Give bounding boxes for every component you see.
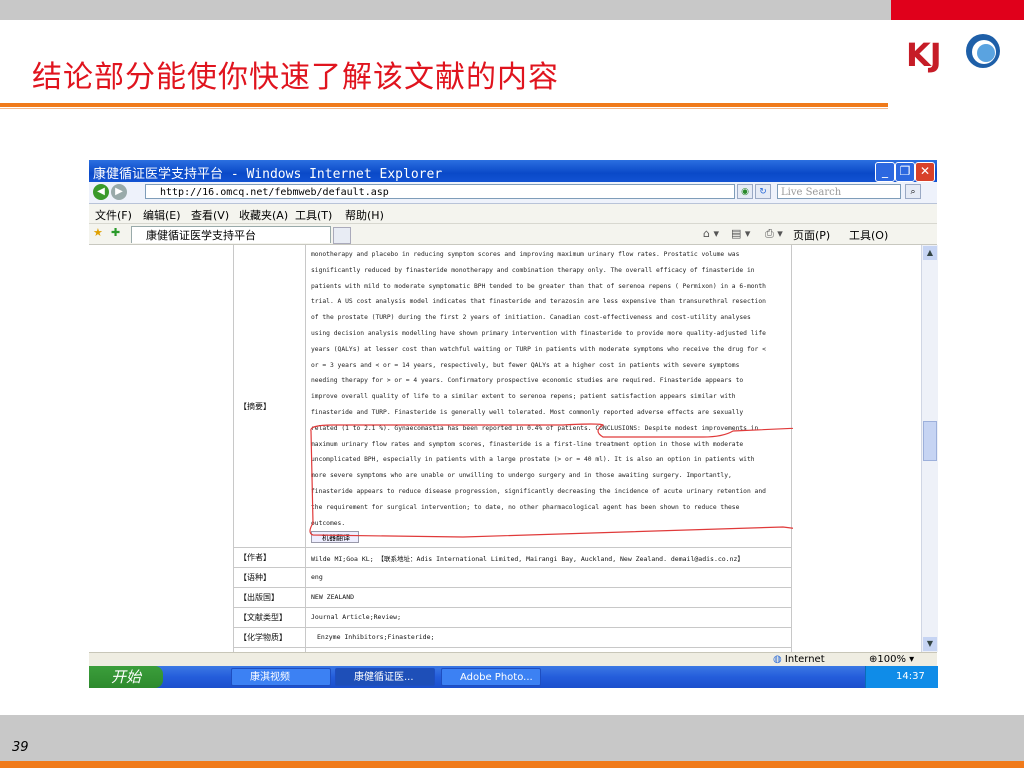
vertical-scrollbar[interactable]: ▲ ▼ — [921, 245, 938, 652]
menu-bar: 文件(F) 编辑(E) 查看(V) 收藏夹(A) 工具(T) 帮助(H) — [89, 204, 937, 224]
abstract-line: patients with mild to moderate symptomat… — [311, 282, 766, 290]
kj-logo: KJ — [906, 34, 1006, 76]
conclusion-highlight — [309, 423, 793, 538]
status-bar: ◍ Internet ⊕100% ▾ — [89, 652, 937, 667]
tab-label: 康健循证医学支持平台 — [146, 229, 256, 242]
minimize-button[interactable]: _ — [875, 162, 895, 182]
address-toolbar: ◀ ▶ http://16.omcq.net/febmweb/default.a… — [89, 182, 937, 204]
row-divider — [233, 587, 791, 588]
globe-icon: ◍ — [773, 654, 785, 665]
scroll-thumb[interactable] — [923, 421, 937, 461]
title-underline — [0, 103, 888, 107]
tools-menu[interactable]: 工具(O) — [849, 227, 888, 243]
task-photoshop[interactable]: Adobe Photo... — [441, 668, 541, 686]
security-icon[interactable]: ◉ — [737, 184, 753, 199]
menu-file[interactable]: 文件(F) — [95, 207, 132, 223]
page-number: 39 — [12, 740, 29, 755]
abstract-line: or = 3 years and < or = 14 years, respec… — [311, 361, 740, 369]
slide-top-bar — [0, 0, 1024, 20]
abstract-line: of the prostate (TURP) during the first … — [311, 314, 751, 322]
slide-top-red-block — [891, 0, 1024, 20]
task-video[interactable]: 康淇视频 — [231, 668, 331, 686]
ie-window: 康健循证医学支持平台 - Windows Internet Explorer _… — [89, 160, 938, 688]
favorites-bar: ★ ✚ 康健循证医学支持平台 ⌂ ▾ ▤ ▾ ⎙ ▾ 页面(P) 工具(O) — [89, 224, 937, 245]
author-value: Wilde MI;Goa KL; 【联系地址：Adis Internationa… — [311, 555, 744, 563]
country-value: NEW ZEALAND — [311, 593, 355, 601]
search-icon[interactable]: ⌕ — [905, 184, 921, 199]
chemical-value: Enzyme Inhibitors;Finasteride; — [317, 633, 435, 641]
country-label: 【出版国】 — [239, 593, 279, 602]
zone-text: Internet — [784, 654, 825, 665]
start-label: 开始 — [111, 668, 142, 686]
scroll-up-icon[interactable]: ▲ — [923, 246, 937, 260]
clock[interactable]: 14:37 — [896, 671, 925, 682]
task-photoshop-label: Adobe Photo... — [460, 672, 533, 683]
doctype-label: 【文献类型】 — [239, 613, 287, 622]
zoom-value: 100% — [877, 654, 906, 665]
menu-edit[interactable]: 编辑(E) — [143, 207, 181, 223]
record-table: 【摘要】 monotherapy and placebo in reducing… — [233, 245, 793, 652]
abstract-line: significantly reduced by finasteride mon… — [311, 266, 755, 274]
print-icon[interactable]: ⎙ ▾ — [765, 227, 783, 241]
row-divider — [233, 627, 791, 628]
table-border-left — [233, 245, 234, 652]
favorites-star-icon[interactable]: ★ — [93, 226, 103, 239]
slide-bottom-orange — [0, 761, 1024, 768]
page-menu[interactable]: 页面(P) — [793, 227, 830, 243]
abstract-line: using decision analysis modelling have s… — [311, 329, 766, 337]
menu-help[interactable]: 帮助(H) — [345, 207, 384, 223]
close-button[interactable]: ✕ — [915, 162, 935, 182]
abstract-line: years (QALYs) at lesser cost than watchf… — [311, 345, 766, 353]
row-divider — [233, 647, 791, 648]
search-input[interactable]: Live Search — [777, 184, 901, 199]
browser-tab[interactable]: 康健循证医学支持平台 — [131, 226, 331, 243]
feeds-icon[interactable]: ▤ ▾ — [731, 227, 750, 240]
windows-taskbar: 开始 康淇视频 康健循证医... Adobe Photo... 14:37 — [89, 666, 938, 688]
author-label: 【作者】 — [239, 553, 271, 562]
window-title: 康健循证医学支持平台 - Windows Internet Explorer — [93, 167, 443, 182]
forward-icon[interactable]: ▶ — [111, 184, 127, 200]
refresh-icon[interactable]: ↻ — [755, 184, 771, 199]
zone-label: ◍ Internet — [773, 654, 825, 665]
slide-title: 结论部分能使你快速了解该文献的内容 — [32, 60, 559, 95]
task-ie[interactable]: 康健循证医... — [335, 668, 435, 686]
logo-text: KJ — [906, 36, 942, 74]
task-video-label: 康淇视频 — [250, 672, 290, 683]
logo-circle-core — [977, 44, 995, 62]
abstract-line: needing therapy for > or = 4 years. Conf… — [311, 377, 744, 385]
start-button[interactable]: 开始 — [89, 666, 163, 688]
new-tab-button[interactable] — [333, 227, 351, 244]
abstract-label: 【摘要】 — [239, 402, 271, 411]
menu-favorites[interactable]: 收藏夹(A) — [239, 207, 288, 223]
system-tray: 14:37 — [865, 666, 938, 688]
abstract-line: trial. A US cost analysis model indicate… — [311, 298, 766, 306]
abstract-line: monotherapy and placebo in reducing symp… — [311, 251, 740, 258]
maximize-button[interactable]: ❐ — [895, 162, 915, 182]
language-label: 【语种】 — [239, 573, 271, 582]
task-ie-label: 康健循证医... — [354, 672, 414, 683]
language-value: eng — [311, 573, 323, 581]
zoom-control[interactable]: ⊕100% ▾ — [869, 654, 914, 665]
menu-tools[interactable]: 工具(T) — [295, 207, 332, 223]
scroll-down-icon[interactable]: ▼ — [923, 637, 937, 651]
slide-bottom-bar — [0, 715, 1024, 768]
menu-view[interactable]: 查看(V) — [191, 207, 229, 223]
chemical-label: 【化学物质】 — [239, 633, 287, 642]
back-icon[interactable]: ◀ — [93, 184, 109, 200]
highlight-outline — [309, 423, 793, 538]
window-titlebar[interactable]: 康健循证医学支持平台 - Windows Internet Explorer _… — [89, 160, 937, 182]
row-divider — [233, 567, 791, 568]
add-favorite-icon[interactable]: ✚ — [111, 226, 120, 239]
address-input[interactable]: http://16.omcq.net/febmweb/default.asp — [145, 184, 735, 199]
row-divider — [233, 607, 791, 608]
title-underline-thin — [0, 108, 888, 109]
home-icon[interactable]: ⌂ ▾ — [703, 227, 719, 240]
doctype-value: Journal Article;Review; — [311, 613, 402, 621]
